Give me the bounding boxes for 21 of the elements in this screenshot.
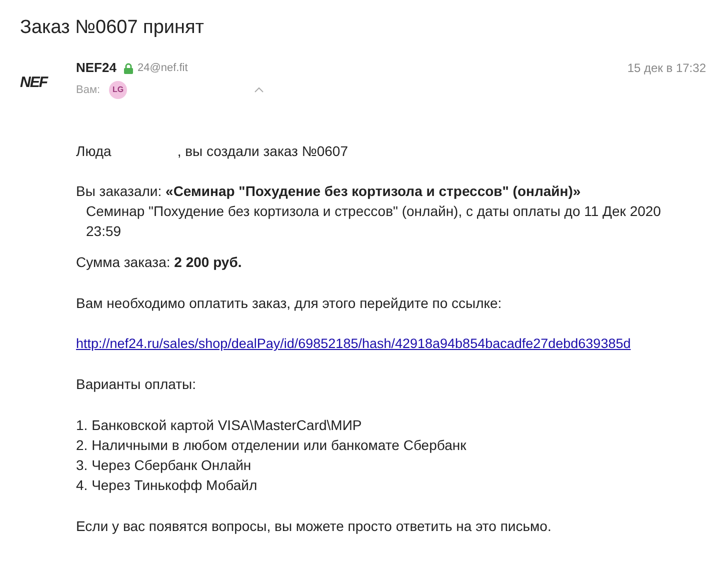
order-total: Сумма заказа: 2 200 руб. [76,253,243,272]
recipient-avatar[interactable]: LG [109,81,128,99]
sender-email[interactable]: 24@nef.fit [137,60,188,76]
payment-instruction: Вам необходимо оплатить заказ, для этого перейдите по ссылке: [76,294,503,313]
order-summary: Вы заказали: «Семинар "Похудение без кортизола и стрессов" (онлайн)» [76,182,582,201]
greeting-name: Люда [76,142,112,161]
payment-option: 3. Через Сбербанк Онлайн [76,455,706,475]
email-date: 15 дек в 17:32 [627,60,706,77]
chevron-up-icon[interactable] [254,87,264,93]
recipient-label: Вам: [76,82,100,98]
payment-option: 1. Банковской картой VISA\MasterCard\МИР [76,415,706,435]
greeting-text: , вы создали заказ №0607 [177,142,348,161]
email-subject: Заказ №0607 принят [20,16,205,40]
payment-option: 2. Наличными в любом отделении или банкомате Сбербанк [76,435,706,455]
footer-text: Если у вас появятся вопросы, вы можете просто ответить на это письмо. [76,517,552,536]
sender-logo: NEF [20,75,49,91]
order-detail: Семинар "Похудение без кортизола и стрессов" (онлайн), с даты оплаты до 11 Дек 2020 23:59 [86,202,662,241]
payment-option: 4. Через Тинькофф Мобайл [76,475,706,495]
payment-options-title: Варианты оплаты: [76,375,197,394]
payment-link[interactable]: http://nef24.ru/sales/shop/dealPay/id/69852185/hash/42918a94b854bacadfe27debd639385d [76,336,631,351]
sender-name[interactable]: NEF24 [76,60,116,76]
